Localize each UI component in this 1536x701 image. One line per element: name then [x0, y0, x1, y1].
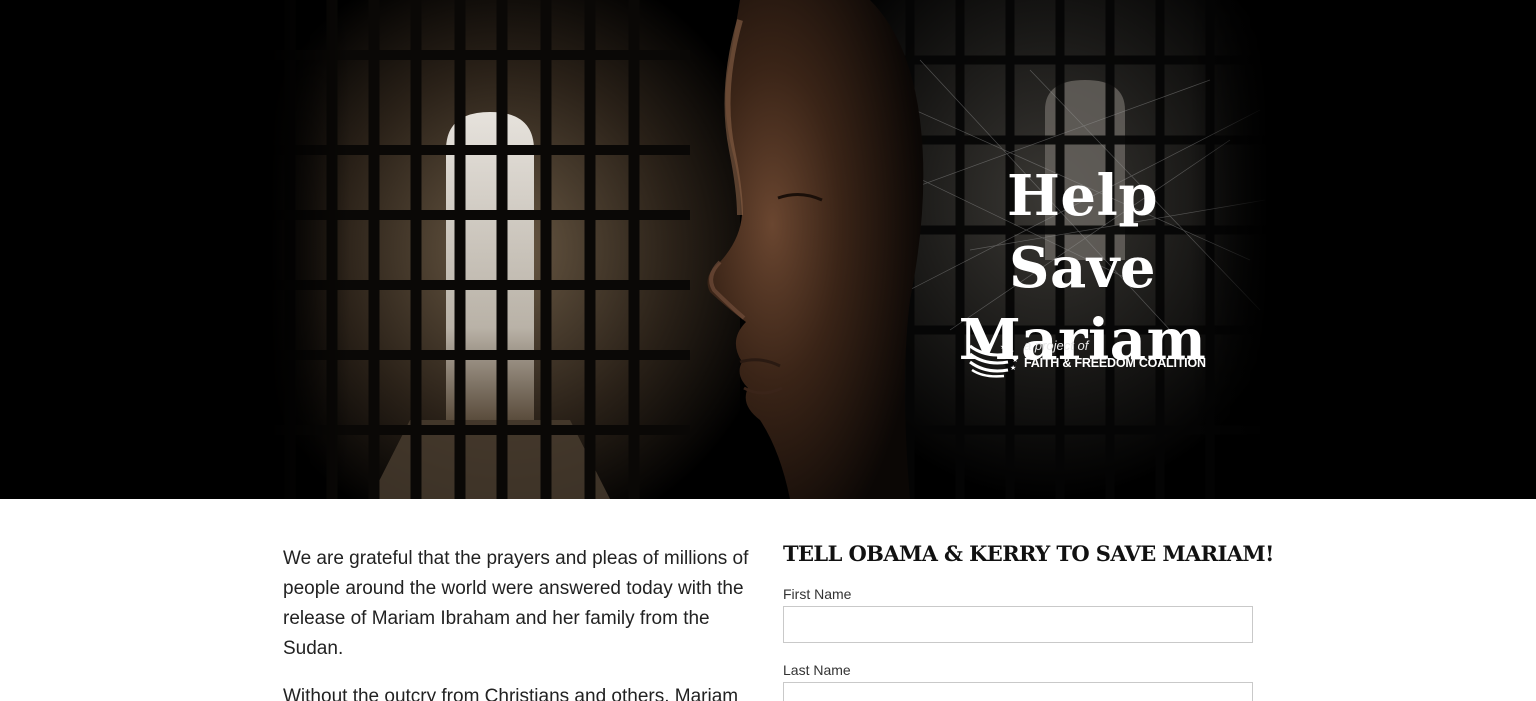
faith-freedom-coalition-logo: ★ ★ ★ ★ a project of FAITH & FREEDOM COA… [968, 336, 1208, 382]
svg-text:★: ★ [1008, 348, 1014, 356]
petition-form: TELL OBAMA & KERRY TO SAVE MARIAM! First… [783, 540, 1274, 701]
last-name-input[interactable] [783, 682, 1253, 701]
article-paragraph: Without the outcry from Christians and o… [283, 686, 739, 701]
logo-organization-name: FAITH & FREEDOM COALITION [1024, 356, 1206, 370]
first-name-label: First Name [783, 586, 852, 602]
article-body: We are grateful that the prayers and ple… [283, 544, 753, 701]
first-name-input[interactable] [783, 606, 1253, 643]
hero-banner: Help Save Mariam ★ ★ ★ ★ a project of FA… [0, 0, 1536, 499]
hero-title-line-1: Help Save [1007, 163, 1158, 301]
svg-text:★: ★ [1012, 356, 1018, 364]
svg-text:★: ★ [1010, 364, 1016, 372]
last-name-label: Last Name [783, 662, 851, 678]
logo-tagline: a project of [1024, 338, 1089, 353]
article-paragraph: We are grateful that the prayers and ple… [283, 548, 749, 659]
flag-stars-icon: ★ ★ ★ ★ [969, 343, 1018, 378]
svg-text:★: ★ [1000, 343, 1006, 351]
form-heading: TELL OBAMA & KERRY TO SAVE MARIAM! [783, 541, 1274, 566]
